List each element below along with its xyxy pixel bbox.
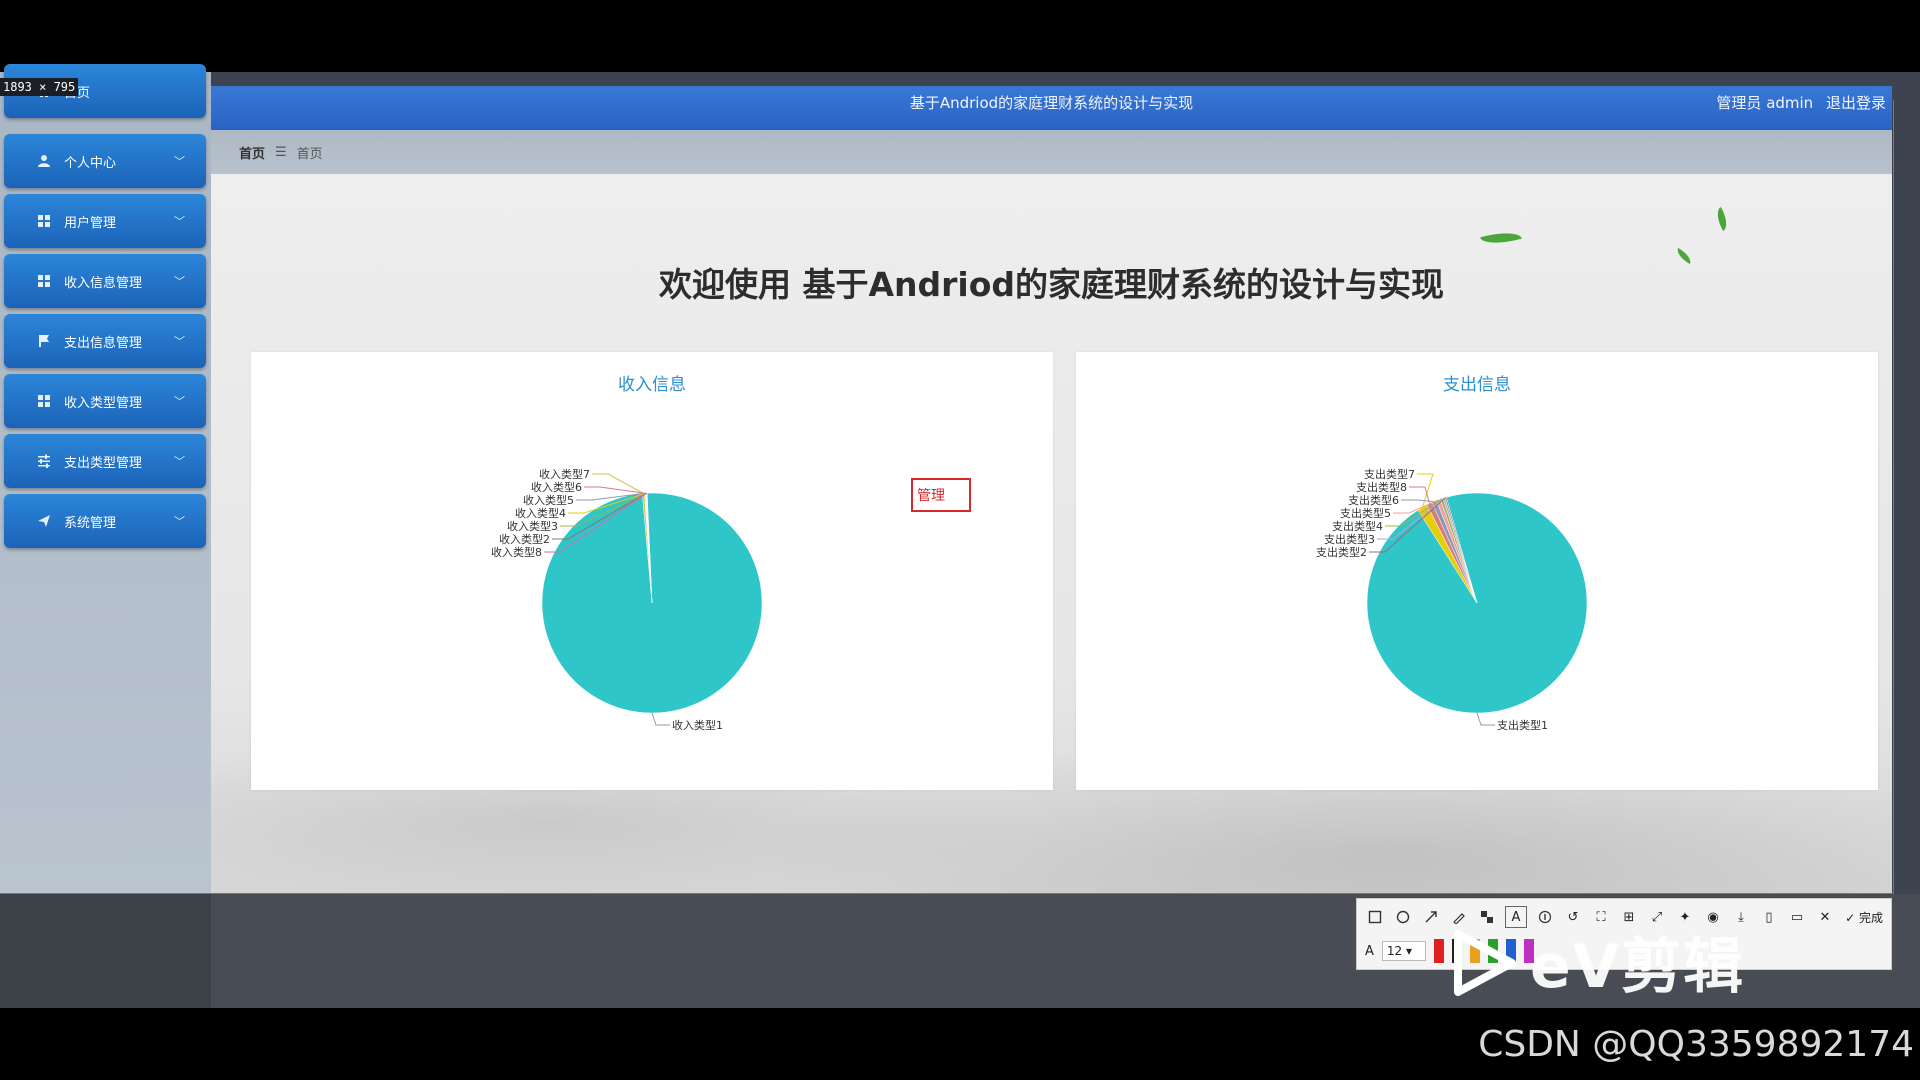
chevron-down-icon: ﹀ <box>174 335 185 348</box>
sidebar-item-label: 支出信息管理 <box>64 335 143 351</box>
expense-slice-label: 支出类型4 <box>1332 519 1383 533</box>
sidebar-item-income-type[interactable]: 收入类型管理 ﹀ <box>4 374 206 428</box>
done-label: 完成 <box>1858 910 1883 925</box>
chevron-down-icon: ﹀ <box>174 275 185 288</box>
chevron-down-icon: ﹀ <box>174 215 185 228</box>
sidebar: 首页 个人中心 ﹀ 用户管理 ﹀ 收入信息管理 ﹀ 支出信息管理 ﹀ 收入类型管… <box>0 64 211 894</box>
income-slice-label: 收入类型4 <box>515 506 566 520</box>
breadcrumb-current: 首页 <box>296 146 323 162</box>
sidebar-item-label: 收入信息管理 <box>64 275 143 291</box>
selection-border <box>1893 100 1894 894</box>
dimension-label: 1893 × 795 <box>0 78 79 96</box>
expense-slice-label: 支出类型7 <box>1364 467 1415 481</box>
comment-icon[interactable]: ▭ <box>1787 907 1807 927</box>
income-pie-chart: 收入类型1 收入类型7收入类型6收入类型5收入类型4收入类型3收入类型2收入类型8 <box>491 467 763 732</box>
color-swatch-red[interactable] <box>1433 939 1444 963</box>
top-black-band <box>0 0 1920 72</box>
expense-slice-label: 支出类型2 <box>1316 545 1367 559</box>
rectangle-tool-icon[interactable] <box>1365 907 1385 927</box>
sidebar-item-expense-info[interactable]: 支出信息管理 ﹀ <box>4 314 206 368</box>
chevron-down-icon: ﹀ <box>174 395 185 408</box>
expense-slice-label: 支出类型5 <box>1340 506 1391 520</box>
top-header: 基于Andriod的家庭理财系统的设计与实现 管理员 admin 退出登录 <box>211 86 1892 130</box>
expense-label-line <box>1476 712 1495 726</box>
font-size-value: 12 <box>1386 944 1403 958</box>
income-slice-label: 收入类型7 <box>539 467 590 481</box>
income-slice-label: 收入类型8 <box>491 545 542 559</box>
sidebar-item-label: 用户管理 <box>64 215 117 231</box>
welcome-title: 欢迎使用 基于Andriod的家庭理财系统的设计与实现 <box>658 265 1445 304</box>
income-label-line <box>592 473 644 494</box>
expense-slice-label: 支出类型6 <box>1348 493 1399 507</box>
expense-label-line <box>1417 473 1434 508</box>
logout-link[interactable]: 退出登录 <box>1826 94 1886 112</box>
bookmark-icon[interactable]: ▯ <box>1759 907 1779 927</box>
csdn-watermark: CSDN @QQ3359892174 <box>1478 1024 1914 1065</box>
expense-slice-label: 支出类型8 <box>1356 480 1407 494</box>
income-label-line <box>584 486 645 494</box>
sliders-icon <box>36 453 52 469</box>
flag-icon <box>36 333 52 349</box>
breadcrumb: 首页 ☰ 首页 <box>211 130 1892 174</box>
grid-icon <box>36 273 52 289</box>
leaf-decoration <box>1712 206 1732 232</box>
breadcrumb-separator-icon: ☰ <box>275 144 287 160</box>
grid-icon <box>36 393 52 409</box>
main-content: 欢迎使用 基于Andriod的家庭理财系统的设计与实现 收入信息 收入类型1 收入… <box>211 174 1892 894</box>
admin-user-label: 管理员 admin <box>1716 94 1814 112</box>
font-icon: A <box>1365 943 1374 959</box>
ev-play-logo-icon <box>1454 930 1516 996</box>
sidebar-item-label: 支出类型管理 <box>64 455 143 471</box>
mosaic-tool-icon[interactable] <box>1477 907 1497 927</box>
chevron-down-icon: ﹀ <box>174 155 185 168</box>
sidebar-item-system[interactable]: 系统管理 ﹀ <box>4 494 206 548</box>
done-button[interactable]: ✓ 完成 <box>1845 909 1883 926</box>
ellipse-tool-icon[interactable] <box>1393 907 1413 927</box>
header-title: 基于Andriod的家庭理财系统的设计与实现 <box>909 94 1194 112</box>
send-icon <box>36 513 52 529</box>
expense-chart-card: 支出信息 支出类型1 支出类型7 支出类型8 支出类型6 支出类型5 支出类型4 支出类型3… <box>1076 352 1878 790</box>
income-slice-label: 收入类型6 <box>531 480 582 494</box>
sidebar-item-label: 收入类型管理 <box>64 395 143 411</box>
header-user-area: 管理员 admin 退出登录 <box>1708 92 1886 113</box>
sidebar-item-expense-type[interactable]: 支出类型管理 ﹀ <box>4 434 206 488</box>
chevron-down-icon: ﹀ <box>174 455 185 468</box>
text-tool-icon[interactable]: A <box>1505 906 1527 928</box>
sidebar-item-label: 个人中心 <box>64 155 117 171</box>
sidebar-item-income-info[interactable]: 收入信息管理 ﹀ <box>4 254 206 308</box>
breadcrumb-home[interactable]: 首页 <box>239 143 265 162</box>
income-slice-label: 收入类型2 <box>499 532 550 546</box>
income-slice-label: 收入类型3 <box>507 519 558 533</box>
chevron-down-icon: ﹀ <box>174 515 185 528</box>
desktop-bottom-left <box>0 894 211 1008</box>
income-label-line <box>651 712 670 726</box>
close-icon[interactable]: ✕ <box>1815 907 1835 927</box>
user-icon <box>36 153 52 169</box>
expense-slice-label: 支出类型1 <box>1497 718 1548 732</box>
annotation-textbox[interactable]: 管理 <box>911 478 971 512</box>
sidebar-item-label: 系统管理 <box>64 515 117 531</box>
grid-icon <box>36 213 52 229</box>
expense-label-line <box>1401 499 1435 503</box>
income-chart-card: 收入信息 收入类型1 收入类型7 收入类型6 收入类型5 收入类型4 收入类型3 收入类型2… <box>251 352 1053 790</box>
income-slice-label: 收入类型5 <box>523 493 574 507</box>
sidebar-item-user-management[interactable]: 用户管理 ﹀ <box>4 194 206 248</box>
pen-tool-icon[interactable] <box>1449 907 1469 927</box>
expense-slice-label: 支出类型3 <box>1324 532 1375 546</box>
font-size-select[interactable]: 12 ▾ <box>1381 941 1426 961</box>
sidebar-item-personal-center[interactable]: 个人中心 ﹀ <box>4 134 206 188</box>
sidebar-item-label: 首页 <box>64 82 206 101</box>
arrow-tool-icon[interactable] <box>1421 907 1441 927</box>
leaf-decoration <box>1480 227 1522 249</box>
income-slice-label: 收入类型1 <box>672 718 723 732</box>
expense-pie-chart: 支出类型1 支出类型7支出类型8支出类型6支出类型5支出类型4支出类型3支出类型2 <box>1316 467 1588 732</box>
ev-watermark-logo: eV剪辑 <box>1530 932 1746 1002</box>
